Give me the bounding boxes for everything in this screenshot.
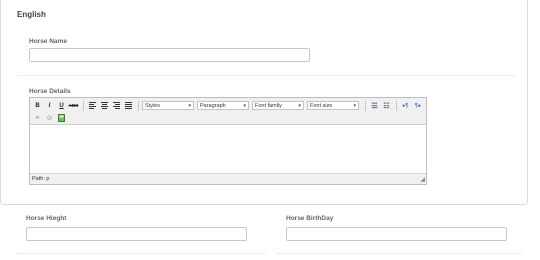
underline-icon[interactable]: U [56, 100, 67, 111]
font-family-select[interactable]: Font family ▾ [252, 101, 304, 110]
chevron-down-icon: ▾ [353, 102, 356, 109]
image-icon[interactable] [56, 112, 67, 123]
horse-name-label: Horse Name [29, 38, 67, 45]
font-size-select[interactable]: Font size ▾ [307, 101, 359, 110]
chevron-down-icon: ▾ [243, 102, 246, 109]
align-center-icon[interactable] [99, 100, 110, 111]
numbered-list-icon[interactable]: ☷ [381, 100, 392, 111]
bullet-list-icon[interactable]: ☰ [369, 100, 380, 111]
toolbar-separator [138, 100, 139, 111]
toolbar-separator [365, 100, 366, 111]
horse-birthday-label: Horse BirthDay [286, 215, 334, 222]
editor-toolbar: B I U ABC Styles ▾ Paragraph ▾ Font family… [30, 98, 426, 125]
editor-content-area[interactable] [30, 125, 426, 174]
divider [17, 75, 515, 76]
resize-handle-icon[interactable]: ◢ [420, 176, 425, 183]
link-icon[interactable]: ⚭ [32, 112, 43, 123]
toolbar-separator [83, 100, 84, 111]
editor-statusbar: Path: p ◢ [30, 173, 426, 184]
horse-name-input[interactable] [29, 48, 310, 62]
align-right-icon[interactable] [111, 100, 122, 111]
bold-icon[interactable]: B [32, 100, 43, 111]
rtl-icon[interactable]: ¶◂ [412, 100, 423, 111]
paragraph-select[interactable]: Paragraph ▾ [197, 101, 249, 110]
horse-height-label: Horse Hieght [26, 215, 67, 222]
chevron-down-icon: ▾ [188, 102, 191, 109]
styles-select[interactable]: Styles ▾ [142, 101, 194, 110]
strikethrough-icon[interactable]: ABC [68, 100, 79, 111]
horse-height-input[interactable] [26, 227, 247, 241]
horse-details-editor: B I U ABC Styles ▾ Paragraph ▾ Font family… [29, 97, 427, 185]
divider [276, 253, 522, 254]
ltr-icon[interactable]: ▸¶ [400, 100, 411, 111]
italic-icon[interactable]: I [44, 100, 55, 111]
editor-path: Path: p [32, 176, 50, 182]
language-panel: English Horse Name Horse Details B I U A… [0, 0, 528, 205]
align-justify-icon[interactable] [123, 100, 134, 111]
toolbar-separator [396, 100, 397, 111]
horse-birthday-input[interactable] [286, 227, 507, 241]
unlink-icon[interactable]: ⊘ [44, 112, 55, 123]
section-title: English [17, 10, 46, 19]
divider [16, 253, 266, 254]
align-left-icon[interactable] [87, 100, 98, 111]
horse-details-label: Horse Details [29, 88, 71, 95]
chevron-down-icon: ▾ [298, 102, 301, 109]
